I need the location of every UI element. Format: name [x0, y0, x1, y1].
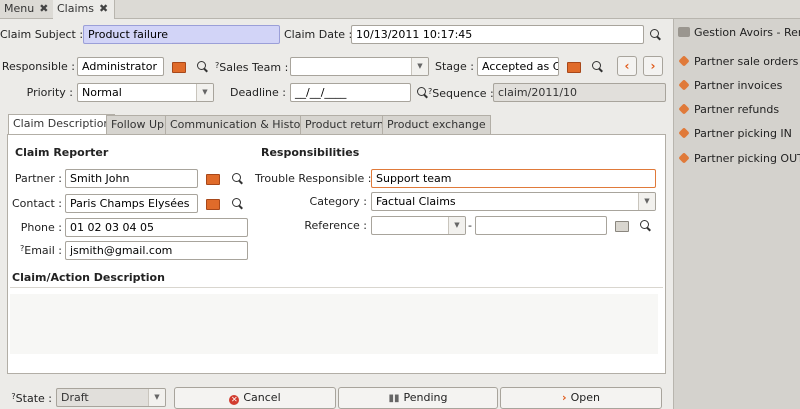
sidebar-icon [678, 27, 690, 37]
email-input[interactable]: jsmith@gmail.com [65, 241, 248, 260]
trouble-responsible-label: Trouble Responsible : [255, 172, 372, 185]
tab-label: Menu [4, 2, 35, 15]
stage-input[interactable]: Accepted as Cla [477, 57, 559, 76]
arrow-right-icon: › [562, 391, 567, 404]
phone-label: Phone : [20, 221, 62, 234]
tag-icon [678, 55, 690, 67]
chevron-down-icon: ▼ [148, 389, 165, 406]
state-select: Draft ▼ [56, 388, 166, 407]
cancel-button[interactable]: ✕ Cancel [174, 387, 336, 409]
deadline-input[interactable]: __/__/____ [290, 83, 411, 102]
sales-team-label: ?Sales Team : [215, 61, 289, 74]
tab-bar [0, 0, 800, 19]
open-folder-icon[interactable] [566, 59, 581, 73]
tag-icon [678, 103, 690, 115]
tab-follow-up[interactable]: Follow Up [106, 115, 170, 134]
chevron-down-icon: ▼ [411, 58, 428, 75]
reference-model-select[interactable]: ▼ [371, 216, 466, 235]
responsible-label: Responsible : [1, 60, 75, 73]
contact-input[interactable]: Paris Champs Elysées [65, 194, 198, 213]
open-folder-icon[interactable] [171, 59, 186, 73]
close-icon[interactable]: ✖ [99, 2, 108, 15]
stage-previous-button[interactable]: ‹ [617, 56, 637, 76]
state-label: ?State : [11, 392, 52, 405]
category-label: Category : [309, 195, 367, 208]
priority-label: Priority : [26, 86, 73, 99]
claim-date-label: Claim Date : [284, 28, 353, 41]
trouble-responsible-input[interactable]: Support team [371, 169, 656, 188]
open-folder-icon[interactable] [205, 196, 220, 210]
chevron-down-icon: ▼ [448, 217, 465, 234]
stage-next-button[interactable]: › [643, 56, 663, 76]
description-title: Claim/Action Description [12, 271, 165, 284]
chevron-down-icon: ▼ [638, 193, 655, 210]
tab-communication-history[interactable]: Communication & History [165, 115, 317, 134]
partner-label: Partner : [14, 172, 62, 185]
search-icon[interactable] [230, 196, 244, 210]
tag-icon [678, 127, 690, 139]
close-icon[interactable]: ✖ [39, 2, 48, 15]
search-icon[interactable] [638, 218, 652, 232]
description-textarea[interactable] [10, 294, 658, 354]
search-icon[interactable] [590, 59, 604, 73]
create-record-icon[interactable] [614, 218, 629, 232]
tag-icon [678, 152, 690, 164]
chevron-down-icon: ▼ [196, 84, 213, 101]
responsibilities-title: Responsibilities [261, 146, 360, 159]
sidebar-link-partner-refunds[interactable]: Partner refunds [678, 102, 779, 118]
tab-claims[interactable]: Claims ✖ [53, 0, 116, 19]
sidebar-link-partner-picking-out[interactable]: Partner picking OUT [678, 151, 800, 167]
category-select[interactable]: Factual Claims ▼ [371, 192, 656, 211]
sales-team-select[interactable]: ▼ [290, 57, 429, 76]
claim-date-input[interactable]: 10/13/2011 10:17:45 [351, 25, 644, 44]
search-icon[interactable] [195, 59, 209, 73]
contact-label: Contact : [12, 197, 62, 210]
reference-label: Reference : [304, 219, 367, 232]
pause-icon: ▮▮ [388, 393, 400, 404]
search-icon[interactable] [230, 171, 244, 185]
tab-product-exchange[interactable]: Product exchange [382, 115, 491, 134]
sidebar-link-partner-invoices[interactable]: Partner invoices [678, 78, 782, 94]
pending-button[interactable]: ▮▮ Pending [338, 387, 498, 409]
date-picker-icon[interactable] [415, 85, 429, 99]
tag-icon [678, 79, 690, 91]
deadline-label: Deadline : [229, 86, 286, 99]
open-button[interactable]: › Open [500, 387, 662, 409]
reference-separator: - [468, 219, 472, 232]
email-label: ?Email : [20, 244, 62, 257]
claim-subject-input[interactable]: Product failure [83, 25, 280, 44]
open-folder-icon[interactable] [205, 171, 220, 185]
stage-label: Stage : [435, 60, 474, 73]
tab-menu[interactable]: Menu ✖ [0, 0, 56, 19]
phone-input[interactable]: 01 02 03 04 05 [65, 218, 248, 237]
reference-input[interactable] [475, 216, 607, 235]
claim-subject-label: Claim Subject : [0, 28, 84, 41]
sidebar-title: Gestion Avoirs - Remb [678, 25, 800, 41]
date-picker-icon[interactable] [648, 27, 662, 41]
responsible-input[interactable]: Administrator [77, 57, 164, 76]
divider [10, 287, 663, 288]
sequence-input: claim/2011/10 [493, 83, 666, 102]
tab-product-return[interactable]: Product return [300, 115, 389, 134]
tab-label: Claims [57, 2, 94, 15]
partner-input[interactable]: Smith John [65, 169, 198, 188]
claim-reporter-title: Claim Reporter [15, 146, 109, 159]
tab-claim-description[interactable]: Claim Description [8, 114, 116, 135]
cancel-icon: ✕ [229, 395, 240, 405]
priority-select[interactable]: Normal ▼ [77, 83, 214, 102]
sidebar-link-partner-sale-orders[interactable]: Partner sale orders [678, 54, 798, 70]
sequence-label: ?Sequence : [428, 87, 494, 100]
sidebar-link-partner-picking-in[interactable]: Partner picking IN [678, 126, 792, 142]
